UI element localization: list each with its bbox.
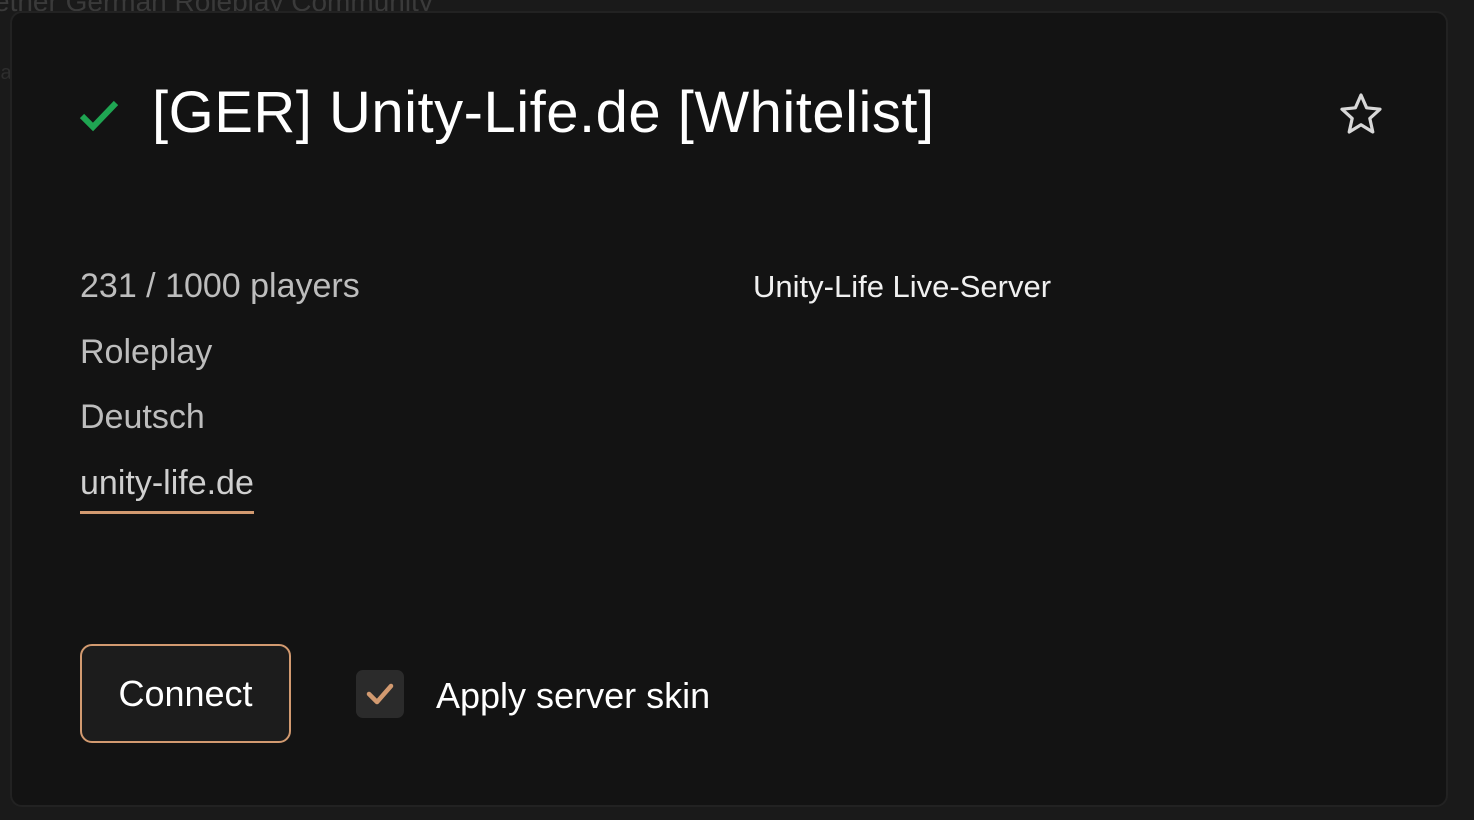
- connect-button[interactable]: Connect: [80, 644, 291, 743]
- apply-skin-label[interactable]: Apply server skin: [436, 675, 710, 717]
- website-link[interactable]: unity-life.de: [80, 464, 254, 514]
- star-outline-icon[interactable]: [1338, 91, 1384, 137]
- language-label: Deutsch: [80, 398, 205, 436]
- server-hostname: Unity-Life Live-Server: [753, 269, 1052, 304]
- checkmark-icon: [366, 683, 394, 705]
- server-details-panel: [GER] Unity-Life.de [Whitelist] 231 / 10…: [10, 11, 1448, 807]
- gametype-label: Roleplay: [80, 333, 213, 371]
- apply-skin-checkbox[interactable]: [356, 670, 404, 718]
- server-title: [GER] Unity-Life.de [Whitelist]: [152, 80, 935, 145]
- player-count: 231 / 1000 players: [80, 267, 360, 305]
- check-icon: [79, 100, 119, 132]
